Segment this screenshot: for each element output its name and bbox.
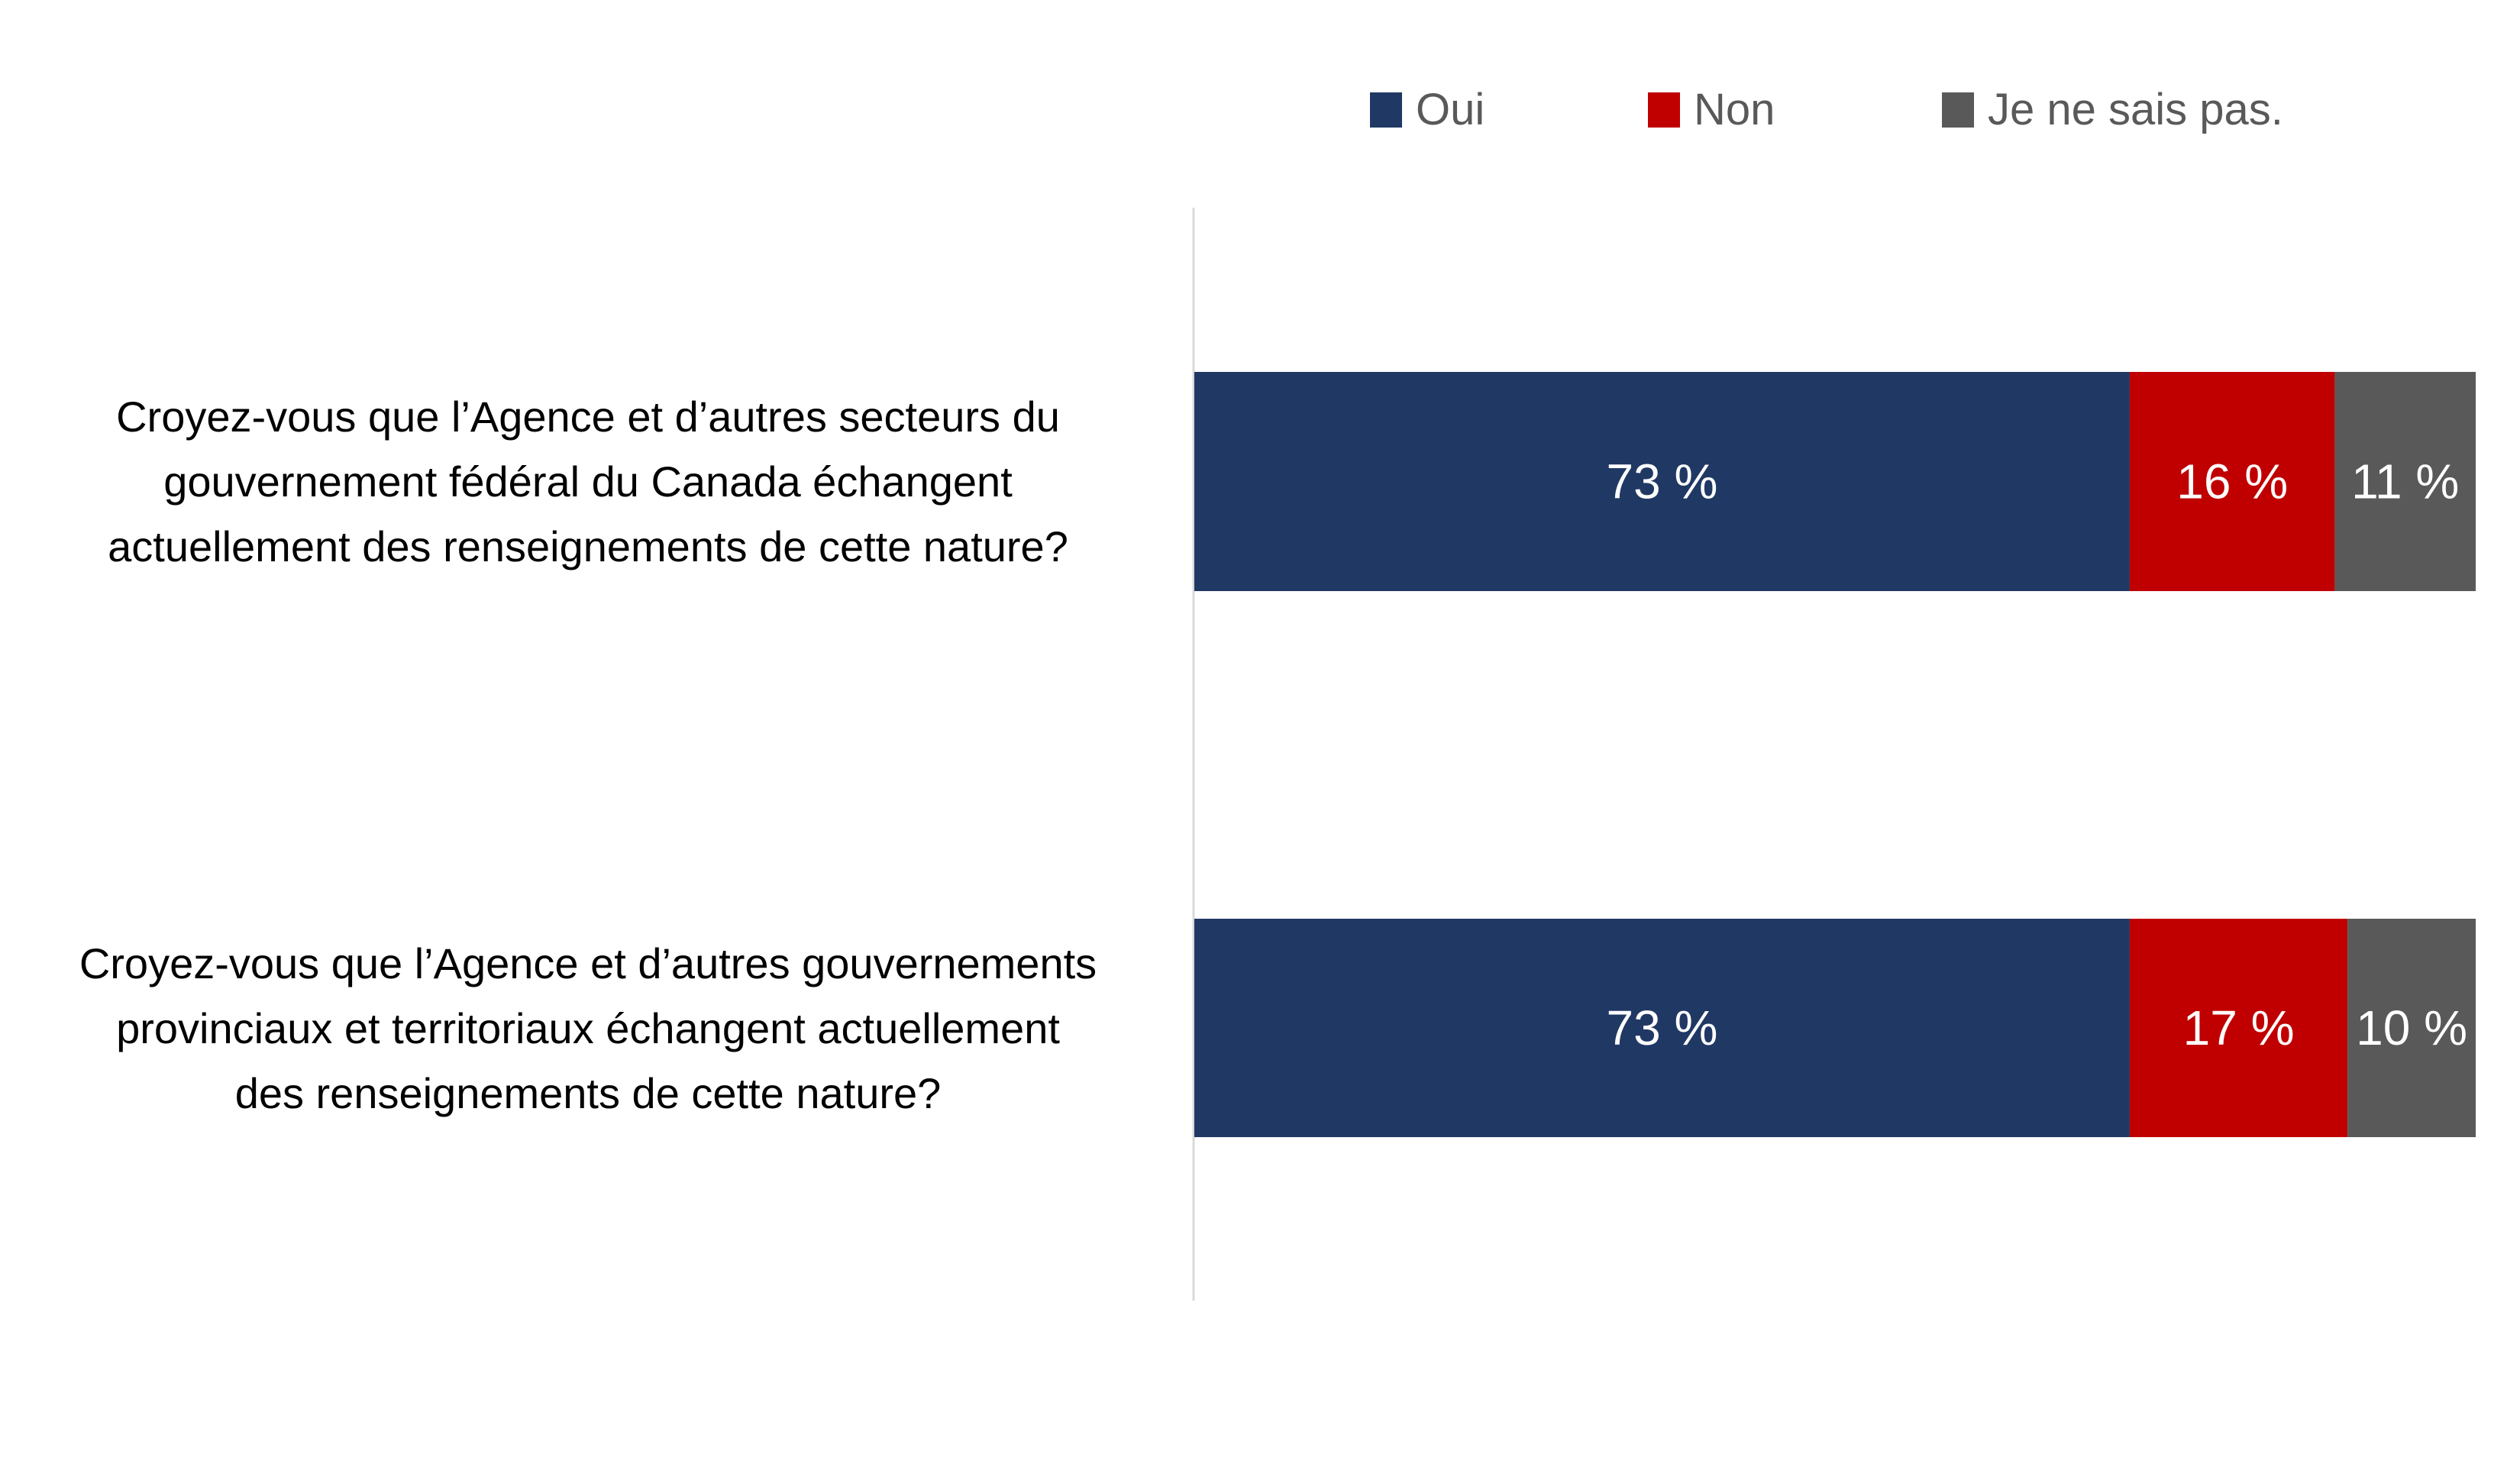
bars-group: 73 % 16 % 11 % 73 % 17 % 10 % <box>1194 372 2476 1137</box>
data-label-je-ne-sais-pas-q2: 10 % <box>2356 1000 2467 1055</box>
data-label-oui-q1: 73 % <box>1607 454 1718 509</box>
stacked-bar-chart: 73 % 16 % 11 % 73 % 17 % 10 % <box>1192 208 2476 1301</box>
data-label-non-q2: 17 % <box>2183 1000 2295 1055</box>
data-label-je-ne-sais-pas-q1: 11 % <box>2351 454 2459 509</box>
data-label-non-q1: 16 % <box>2176 454 2288 509</box>
data-label-oui-q2: 73 % <box>1607 1000 1718 1055</box>
